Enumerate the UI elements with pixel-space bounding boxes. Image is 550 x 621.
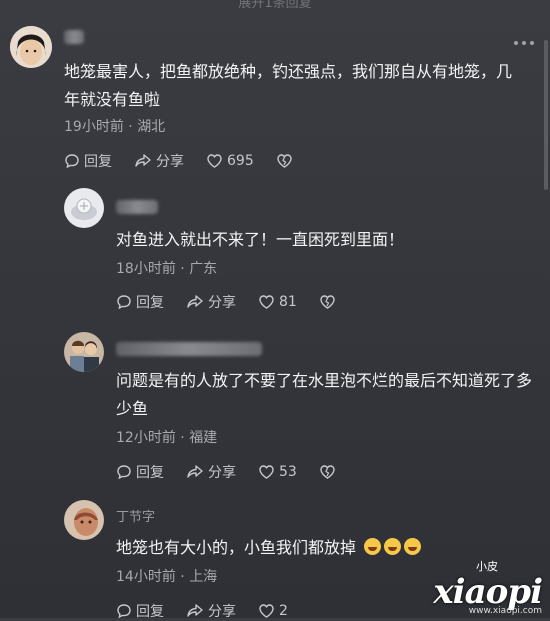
share-label: 分享	[208, 604, 236, 620]
meta-separator: ·	[180, 569, 185, 585]
expand-replies-hint[interactable]: 展开1条回复	[0, 0, 550, 11]
username-blurred[interactable]	[116, 342, 262, 356]
comment-location: 湖北	[137, 119, 166, 135]
reply-icon	[117, 604, 131, 619]
reply-button[interactable]: 回复	[64, 151, 112, 171]
comment-meta: 14小时前 · 上海	[116, 566, 217, 586]
reply-button[interactable]: 回复	[116, 292, 164, 312]
like-count: 53	[279, 464, 297, 480]
comment-location: 上海	[189, 569, 218, 585]
share-label: 分享	[208, 295, 236, 311]
avatar[interactable]	[64, 500, 104, 540]
laugh-cry-emoji	[404, 538, 422, 555]
meta-separator: ·	[128, 119, 133, 135]
reply-icon	[117, 465, 131, 480]
meta-separator: ·	[180, 261, 185, 277]
more-icon[interactable]	[514, 38, 536, 48]
comment-time: 14小时前	[116, 569, 176, 585]
comment-time: 19小时前	[64, 119, 124, 135]
reply-label: 回复	[136, 604, 164, 620]
comment-text: 地笼也有大小的，小鱼我们都放掉	[116, 534, 536, 562]
dislike-button[interactable]	[276, 153, 297, 169]
avatar[interactable]	[64, 188, 104, 228]
share-label: 分享	[156, 154, 184, 170]
share-button[interactable]: 分享	[186, 462, 236, 482]
avatar[interactable]	[64, 332, 104, 372]
avatar[interactable]	[10, 26, 52, 68]
username[interactable]: 丁节字	[116, 506, 155, 525]
share-button[interactable]: 分享	[186, 601, 236, 621]
broken-heart-icon	[320, 465, 335, 479]
reply-button[interactable]: 回复	[116, 601, 164, 621]
comment-text: 对鱼进入就出不来了！一直困死到里面！	[116, 230, 405, 249]
share-label: 分享	[208, 465, 236, 481]
dislike-button[interactable]	[319, 294, 340, 310]
comment-actions: 回复 分享 695	[64, 151, 319, 171]
heart-icon	[207, 154, 222, 168]
reply-label: 回复	[84, 154, 112, 170]
comment-text: 问题是有的人放了不要了在水里泡不烂的最后不知道死了多少鱼	[116, 371, 533, 418]
reply-icon	[65, 154, 79, 169]
reply-icon	[117, 295, 131, 310]
laugh-cry-emoji	[384, 538, 402, 555]
comment-actions: 回复 分享 2	[116, 601, 310, 621]
comment-text: 地笼最害人，把鱼都放绝种，钓还强点，我们那自从有地笼，几年就没有鱼啦	[64, 62, 513, 109]
reply-button[interactable]: 回复	[116, 462, 164, 482]
comment-actions: 回复 分享 53	[116, 462, 362, 482]
share-icon	[187, 295, 203, 308]
like-button[interactable]: 2	[258, 603, 288, 619]
reply-label: 回复	[136, 295, 164, 311]
comment-time: 12小时前	[116, 430, 176, 446]
comment-meta: 18小时前 · 广东	[116, 258, 217, 278]
comment-actions: 回复 分享 81	[116, 292, 362, 312]
like-button[interactable]: 53	[258, 464, 297, 480]
comment-time: 18小时前	[116, 261, 176, 277]
watermark-logo: xiaopi www.xiaopi.com	[433, 572, 543, 616]
share-button[interactable]: 分享	[134, 151, 184, 171]
like-count: 695	[227, 153, 254, 169]
laugh-cry-emoji	[364, 538, 382, 555]
heart-icon	[259, 465, 274, 479]
like-button[interactable]: 81	[258, 294, 297, 310]
dislike-button[interactable]	[319, 464, 340, 480]
like-count: 81	[279, 294, 297, 310]
share-icon	[187, 604, 203, 617]
comment-location: 福建	[189, 430, 218, 446]
share-icon	[187, 465, 203, 478]
comment-location: 广东	[189, 261, 218, 277]
broken-heart-icon	[277, 154, 292, 168]
reply-label: 回复	[136, 465, 164, 481]
meta-separator: ·	[180, 430, 185, 446]
share-button[interactable]: 分享	[186, 292, 236, 312]
like-count: 2	[279, 603, 288, 619]
comment-meta: 12小时前 · 福建	[116, 427, 217, 447]
comment-body: 地笼也有大小的，小鱼我们都放掉	[116, 538, 357, 557]
heart-icon	[259, 295, 274, 309]
broken-heart-icon	[320, 295, 335, 309]
heart-icon	[259, 604, 274, 618]
scrollbar[interactable]	[544, 40, 548, 190]
username-blurred[interactable]	[116, 200, 158, 214]
like-button[interactable]: 695	[206, 153, 254, 169]
share-icon	[135, 154, 151, 167]
comment-meta: 19小时前 · 湖北	[64, 116, 165, 136]
username-blurred[interactable]	[64, 30, 84, 44]
